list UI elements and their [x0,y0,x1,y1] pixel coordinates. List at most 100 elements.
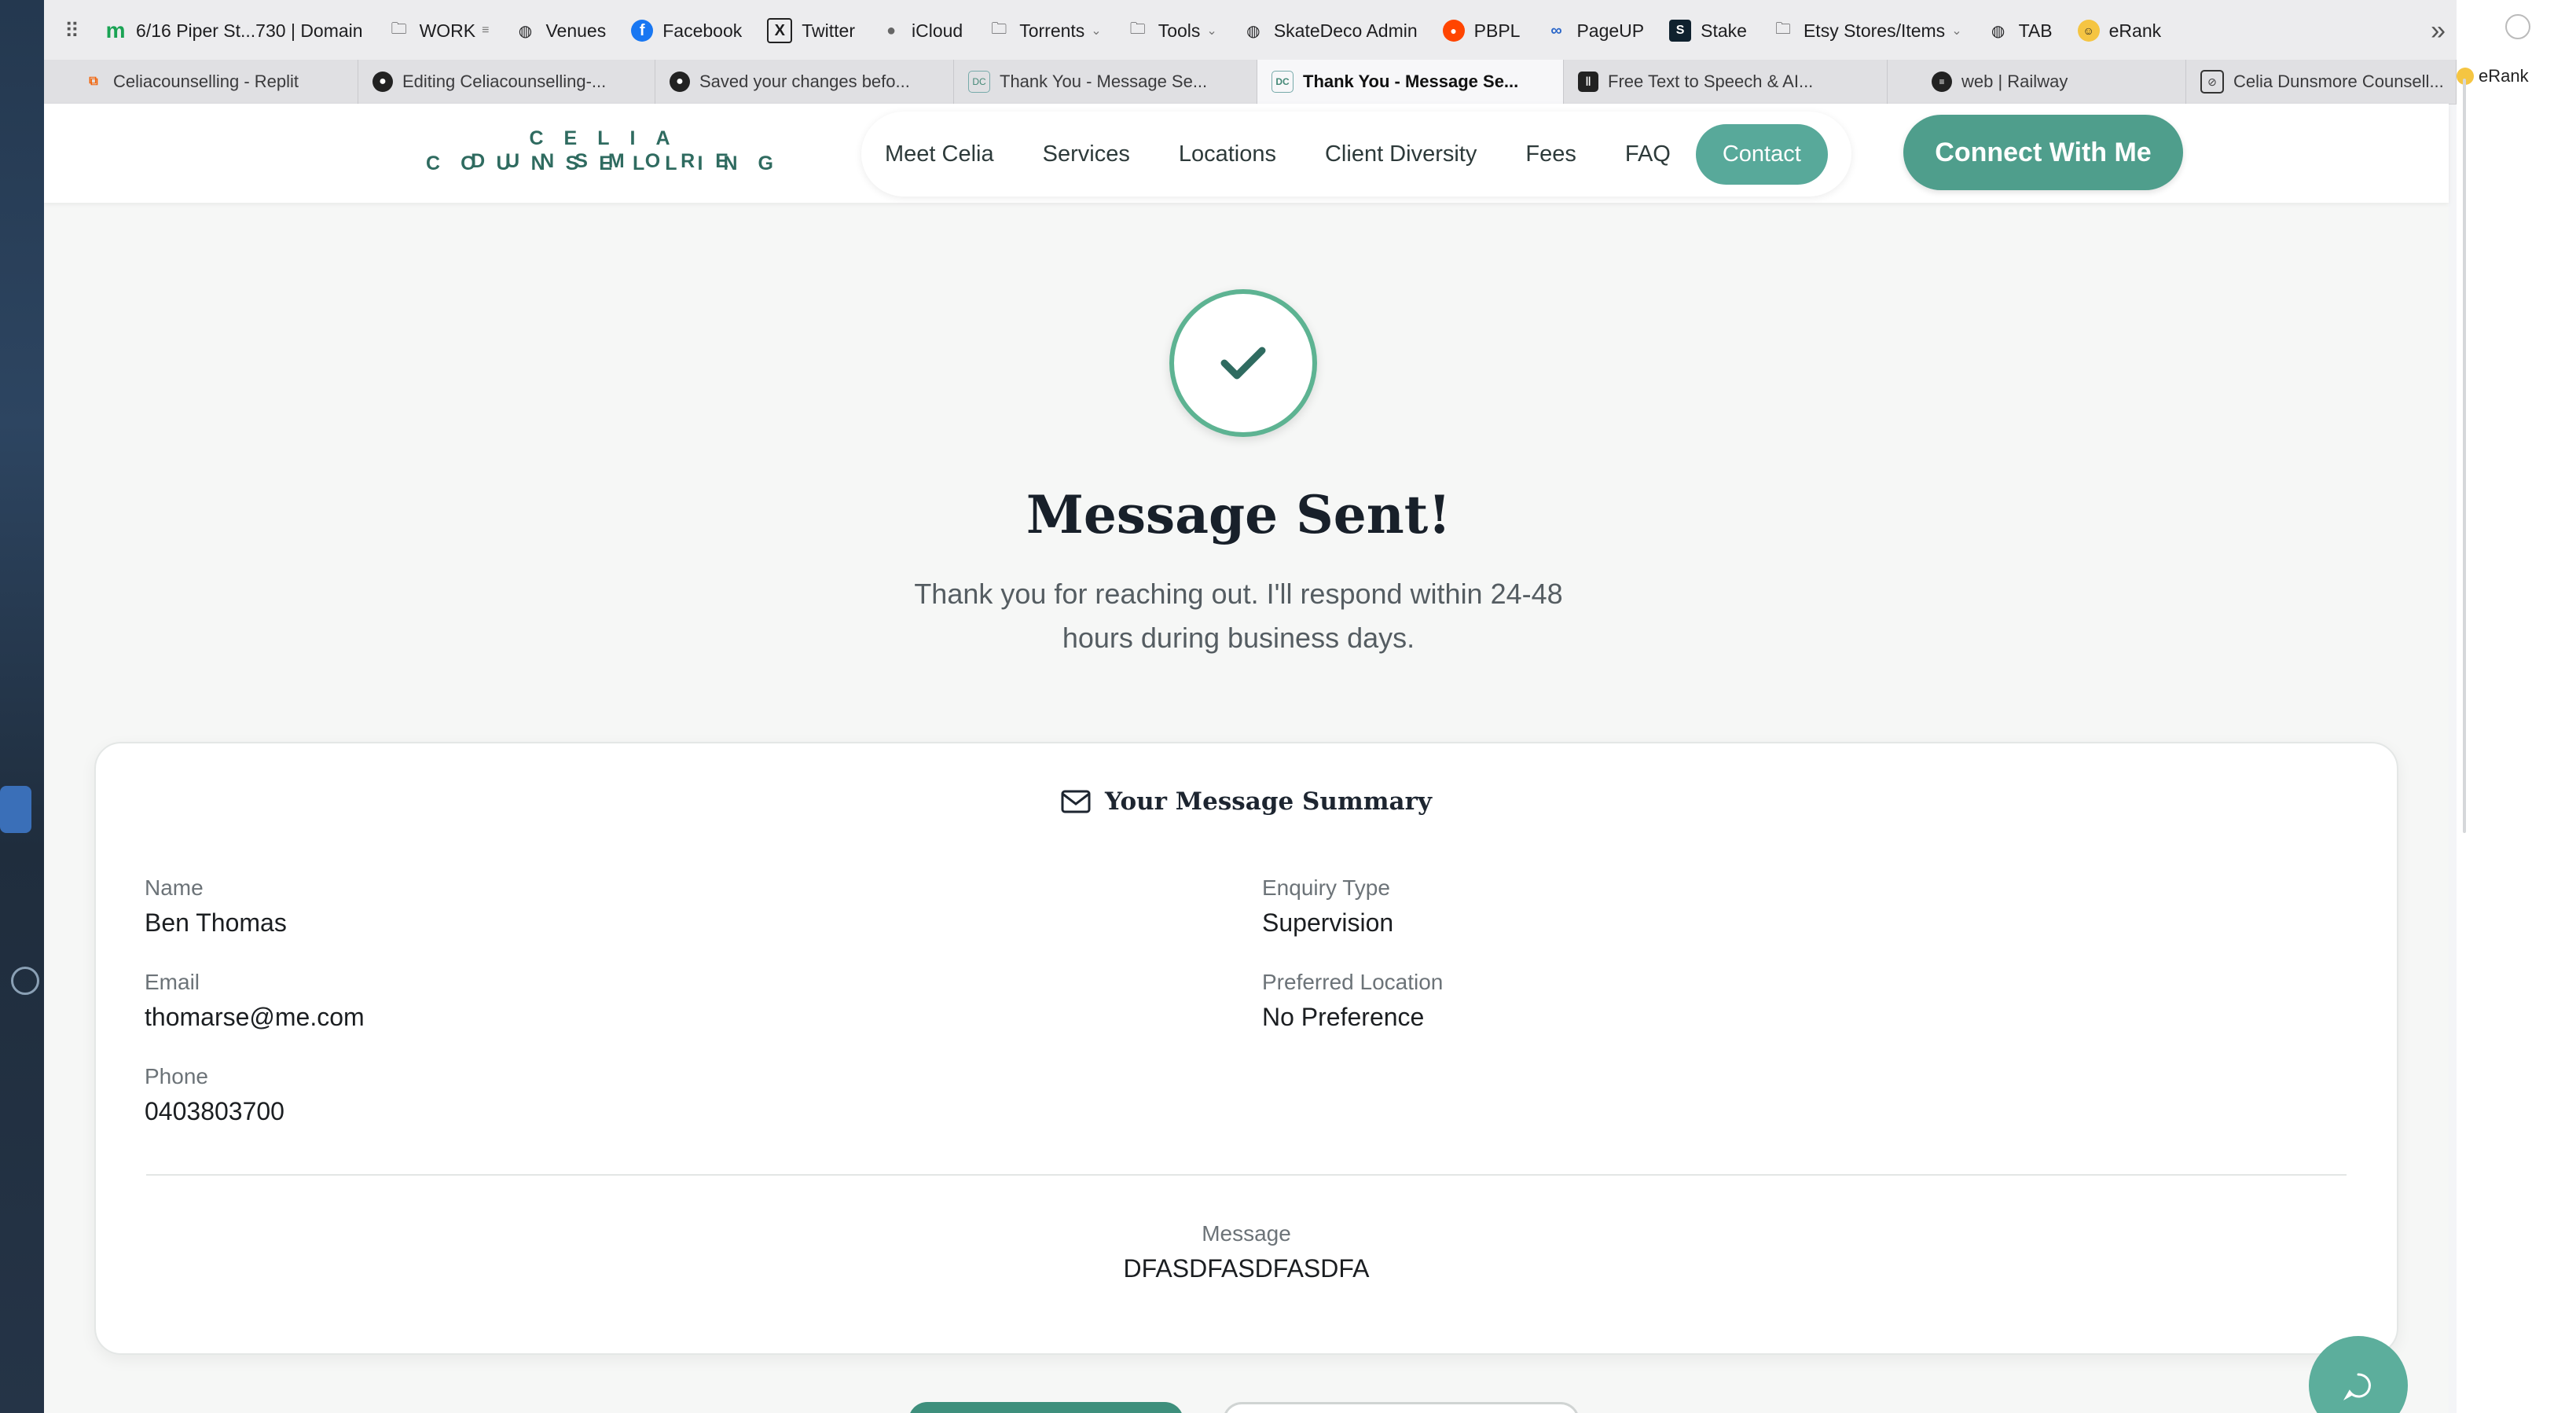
tab-github-editing[interactable]: ● Editing Celiacounselling-... [358,60,655,104]
bookmark-label: Tools [1158,20,1201,41]
summary-heading: Your Message Summary [96,787,2397,816]
message-value: DFASDFASDFASDFA [1123,1254,1370,1283]
name-label: Name [145,875,204,900]
connect-with-me-button[interactable]: Connect With Me [1903,115,2183,190]
bookmark-erank[interactable]: ☺ eRank [2065,0,2174,61]
domain-m-icon: m [105,18,126,42]
bookmark-label: PageUP [1576,20,1645,41]
chat-bubble-icon [2343,1373,2371,1401]
enquiry-type-label: Enquiry Type [1262,875,1390,900]
railway-icon: ≡ [1932,72,1952,92]
apps-grid-icon[interactable]: ⠿ [44,0,92,61]
chevron-down-icon: ⌄ [1206,24,1217,38]
preferred-location-label: Preferred Location [1262,970,1444,994]
reddit-icon: ● [1442,20,1465,42]
bookmarks-bar: ⠿ m 6/16 Piper St...730 | Domain 🗀 WORK ≡ ◍… [44,0,2457,61]
erank-overflow[interactable]: eRank [2457,66,2529,86]
globe-icon: ◍ [1991,22,2005,40]
right-scrollbar[interactable] [2463,79,2466,833]
bookmark-venues[interactable]: ◍ Venues [501,0,618,61]
logo-line2[interactable]: COUNSELLING [390,152,830,175]
bookmark-pbpl[interactable]: ● PBPL [1430,0,1533,61]
nav-faq[interactable]: FAQ [1625,141,1671,167]
bookmark-stake[interactable]: S Stake [1657,0,1760,61]
site-favicon-icon: DC [968,71,990,93]
nav-client-diversity[interactable]: Client Diversity [1325,141,1477,167]
primary-action-button[interactable] [908,1402,1183,1413]
bookmark-work[interactable]: 🗀 WORK ≡ [376,0,502,61]
compass-icon [11,967,39,995]
tab-label: Editing Celiacounselling-... [402,72,607,91]
subtitle-line1: Thank you for reaching out. I'll respond… [914,578,1563,610]
pageup-icon: ∞ [1550,21,1562,39]
folder-icon: 🗀 [391,20,407,38]
erank-label: eRank [2479,66,2529,86]
nav-fees[interactable]: Fees [1525,141,1576,167]
bookmark-tools[interactable]: 🗀 Tools ⌄ [1114,0,1230,61]
github-icon: ● [670,72,690,92]
tab-thank-you-active[interactable]: DC Thank You - Message Se... [1257,60,1564,104]
tab-replit[interactable]: ⧉ Celiacounselling - Replit [44,60,358,104]
tab-label: web | Railway [1961,72,2068,91]
bookmark-label: iCloud [911,20,963,41]
bookmark-skatedeco[interactable]: ◍ SkateDeco Admin [1230,0,1430,61]
globe-icon: ◍ [518,22,533,40]
subtitle-line2: hours during business days. [1062,622,1415,654]
nav-contact[interactable]: Contact [1695,123,1828,185]
tab-celia-dunsmore[interactable]: ⊘ Celia Dunsmore Counsell... [2186,60,2457,104]
bookmark-label: PBPL [1473,20,1521,41]
bookmark-tab[interactable]: ◍ TAB [1975,0,2065,61]
x-icon: X [767,18,793,43]
nav-meet-celia[interactable]: Meet Celia [885,141,994,167]
bookmark-label: Facebook [662,20,743,41]
name-value: Ben Thomas [145,908,287,937]
bookmark-label: SkateDeco Admin [1273,20,1418,41]
summary-title: Your Message Summary [1105,787,1432,816]
tab-label: Celiacounselling - Replit [113,72,299,91]
globe-icon: ◍ [1246,22,1260,40]
tab-thank-you-1[interactable]: DC Thank You - Message Se... [954,60,1257,104]
tab-label: Thank You - Message Se... [1000,72,1208,91]
apple-icon: ● [886,21,897,39]
facebook-icon: f [631,20,654,42]
tab-label: Free Text to Speech & AI... [1608,72,1814,91]
chevron-down-icon: ⌄ [1091,24,1102,38]
summary-divider [146,1174,2347,1176]
bookmark-twitter[interactable]: X Twitter [754,0,868,61]
bookmark-label: eRank [2108,20,2162,41]
site-header: CELIA DUNSMORE COUNSELLING Meet Celia Se… [44,104,2449,203]
bookmark-icloud[interactable]: ● iCloud [868,0,975,61]
site-favicon-icon: ⊘ [2200,70,2224,94]
bookmark-pageup[interactable]: ∞ PageUP [1532,0,1657,61]
tab-github-saved[interactable]: ● Saved your changes befo... [655,60,954,104]
bookmark-facebook[interactable]: f Facebook [618,0,754,61]
tab-railway[interactable]: ≡ web | Railway [1888,60,2186,104]
bookmark-label: WORK [419,20,476,41]
pause-icon: Ⅱ [1578,72,1598,92]
bookmarks-overflow-icon[interactable]: » [2418,0,2457,61]
desktop-left-strip [0,0,44,1413]
secondary-action-button[interactable] [1223,1402,1580,1413]
folder-icon: 🗀 [1774,20,1791,38]
message-label: Message [1202,1221,1291,1246]
bookmark-torrents[interactable]: 🗀 Torrents ⌄ [975,0,1114,61]
folder-icon: 🗀 [1129,20,1146,38]
success-check-icon [1169,289,1317,437]
message-summary-card: Your Message Summary Name Ben Thomas Ema… [94,742,2398,1355]
folder-icon: 🗀 [991,20,1007,38]
nav-locations[interactable]: Locations [1179,141,1276,167]
preferred-location-value: No Preference [1262,1003,1425,1031]
bookmark-etsy[interactable]: 🗀 Etsy Stores/Items ⌄ [1760,0,1975,61]
tab-text-to-speech[interactable]: Ⅱ Free Text to Speech & AI... [1564,60,1888,104]
tab-bar: ⧉ Celiacounselling - Replit ● Editing Celi… [44,60,2457,105]
bookmark-domain[interactable]: m 6/16 Piper St...730 | Domain [92,0,376,61]
nav-services[interactable]: Services [1043,141,1130,167]
bookmark-label: Stake [1701,20,1747,41]
enquiry-type-value: Supervision [1262,908,1394,937]
mail-icon [1061,790,1091,813]
download-icon[interactable] [2505,14,2530,39]
finder-icon[interactable] [0,786,31,833]
github-icon: ● [372,72,393,92]
replit-icon: ⧉ [89,75,98,88]
stake-icon: S [1669,20,1692,42]
